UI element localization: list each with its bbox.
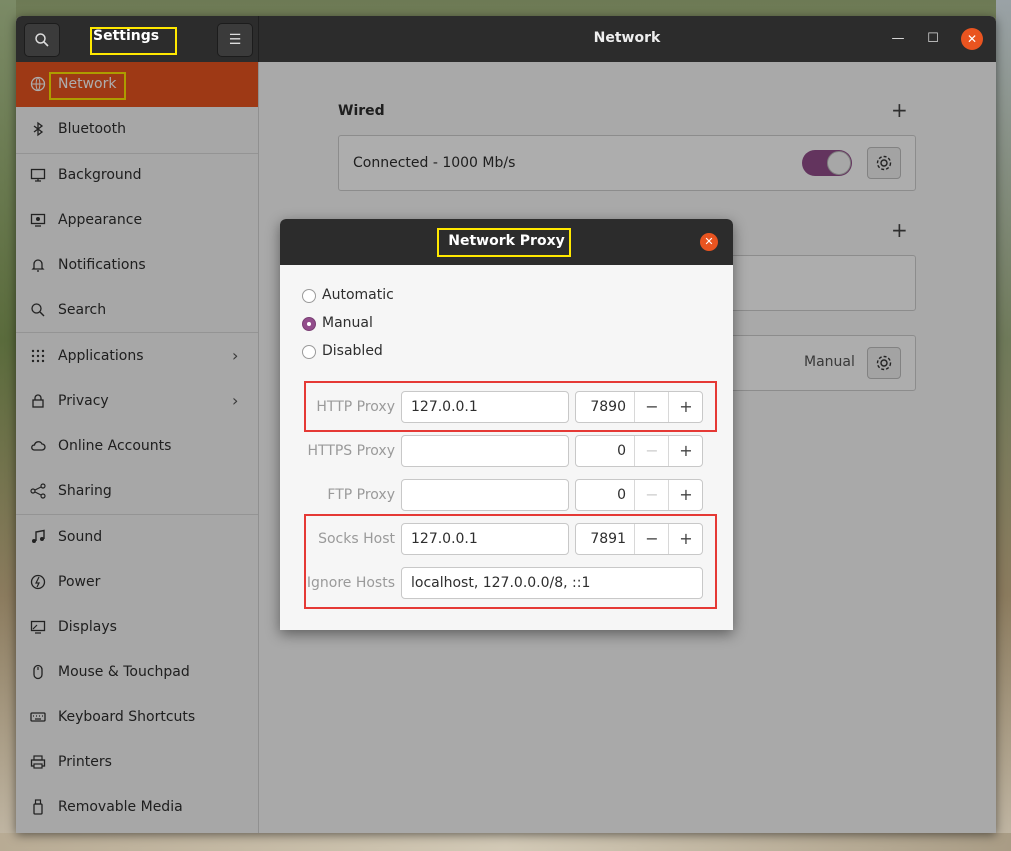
radio-circle — [302, 345, 316, 359]
desktop-wallpaper-left — [0, 0, 16, 851]
network-proxy-dialog: Network Proxy ✕ Automatic Manual Disable… — [280, 219, 733, 630]
radio-label: Automatic — [322, 287, 394, 303]
maximize-button[interactable]: ☐ — [922, 28, 944, 50]
maximize-icon: ☐ — [927, 31, 939, 46]
ftp-proxy-port-stepper[interactable]: 0 − + — [575, 479, 703, 511]
https-proxy-label: HTTPS Proxy — [307, 443, 395, 459]
radio-circle-selected — [302, 317, 316, 331]
increment-button[interactable]: + — [668, 480, 703, 510]
hamburger-icon: ☰ — [228, 32, 242, 48]
highlight-app-title — [90, 27, 177, 55]
desktop-wallpaper-right — [996, 0, 1011, 851]
minimize-button[interactable]: — — [887, 28, 909, 50]
radio-circle — [302, 289, 316, 303]
search-button[interactable] — [24, 23, 60, 57]
highlight-dialog-title — [437, 228, 571, 257]
ftp-proxy-label: FTP Proxy — [327, 487, 395, 503]
https-proxy-host-input[interactable] — [401, 435, 569, 467]
dialog-close-button[interactable]: ✕ — [700, 233, 718, 251]
settings-window: Settings ☰ Network — ☐ ✕ Network Bluetoo… — [16, 16, 996, 833]
search-icon — [35, 33, 49, 47]
radio-label: Manual — [322, 315, 373, 331]
https-proxy-port-stepper[interactable]: 0 − + — [575, 435, 703, 467]
close-button[interactable]: ✕ — [961, 28, 983, 50]
increment-button[interactable]: + — [668, 436, 703, 466]
desktop-wallpaper-bottom — [0, 833, 1011, 851]
decrement-button[interactable]: − — [634, 480, 669, 510]
dialog-header: Network Proxy ✕ — [280, 219, 733, 265]
header-left: Settings ☰ — [16, 16, 259, 62]
highlight-http-proxy — [304, 381, 717, 432]
port-value: 0 — [617, 487, 626, 503]
header-bar: Settings ☰ Network — ☐ ✕ — [16, 16, 996, 62]
page-title: Network — [593, 30, 661, 46]
decrement-button[interactable]: − — [634, 436, 669, 466]
menu-button[interactable]: ☰ — [217, 23, 253, 57]
close-icon: ✕ — [966, 32, 978, 46]
minimize-icon: — — [891, 31, 905, 46]
highlight-socks-ignore — [304, 514, 717, 609]
ftp-proxy-host-input[interactable] — [401, 479, 569, 511]
port-value: 0 — [617, 443, 626, 459]
radio-label: Disabled — [322, 343, 383, 359]
close-icon: ✕ — [704, 235, 714, 248]
